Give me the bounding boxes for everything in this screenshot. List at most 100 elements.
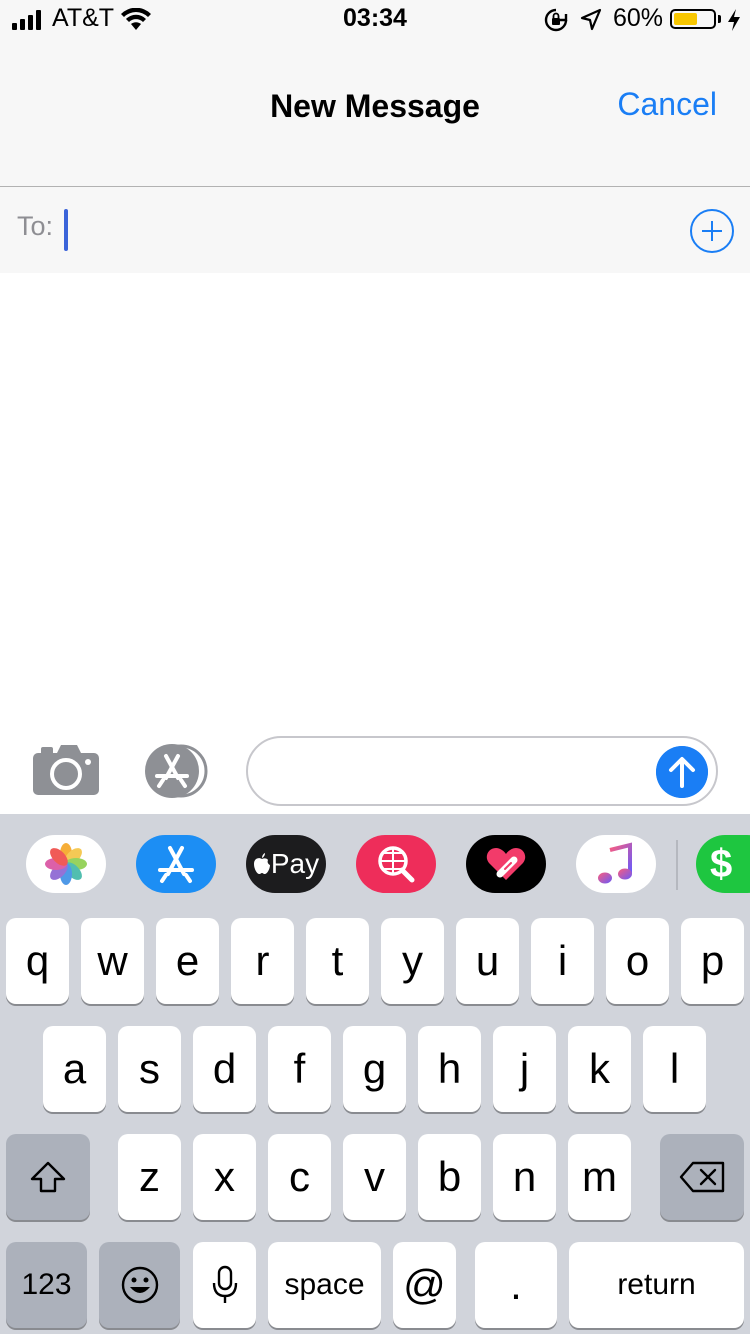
key-label: m bbox=[582, 1153, 617, 1200]
add-contact-icon[interactable] bbox=[690, 209, 734, 253]
space-key-label: space bbox=[284, 1268, 365, 1301]
key-j[interactable]: j bbox=[493, 1026, 556, 1112]
key-label: c bbox=[289, 1153, 310, 1200]
key-r[interactable]: r bbox=[231, 918, 294, 1004]
key-s[interactable]: s bbox=[118, 1026, 181, 1112]
app-cash[interactable]: $ bbox=[696, 835, 750, 893]
cancel-button[interactable]: Cancel bbox=[617, 86, 717, 123]
apple-pay-label: Pay bbox=[270, 848, 320, 879]
key-t[interactable]: t bbox=[306, 918, 369, 1004]
key-b[interactable]: b bbox=[418, 1134, 481, 1220]
status-bar: AT&T 03:34 60% bbox=[0, 0, 750, 40]
key-h[interactable]: h bbox=[418, 1026, 481, 1112]
key-label: l bbox=[669, 1045, 680, 1092]
return-key-label: return bbox=[617, 1268, 696, 1301]
key-label: a bbox=[62, 1045, 87, 1092]
key-q[interactable]: q bbox=[6, 918, 69, 1004]
key-label: r bbox=[255, 937, 270, 984]
charging-icon bbox=[728, 9, 740, 31]
key-label: b bbox=[437, 1153, 462, 1200]
emoji-icon bbox=[121, 1266, 158, 1304]
key-i[interactable]: i bbox=[531, 918, 594, 1004]
keyboard: Pay $ 123 space @ return . q w e r t y u… bbox=[0, 814, 750, 1334]
key-e[interactable]: e bbox=[156, 918, 219, 1004]
key-p[interactable]: p bbox=[681, 918, 744, 1004]
camera-icon[interactable] bbox=[33, 745, 99, 795]
cash-app-label: $ bbox=[710, 841, 733, 886]
key-m[interactable]: m bbox=[568, 1134, 631, 1220]
photos-icon bbox=[45, 843, 87, 885]
app-store-icon[interactable] bbox=[141, 744, 213, 798]
key-label: u bbox=[475, 937, 500, 984]
backspace-icon bbox=[679, 1161, 725, 1193]
battery-icon bbox=[670, 9, 716, 29]
key-g[interactable]: g bbox=[343, 1026, 406, 1112]
microphone-icon bbox=[212, 1265, 237, 1303]
key-label: x bbox=[214, 1153, 235, 1200]
music-note-icon bbox=[598, 842, 632, 884]
delete-key[interactable] bbox=[660, 1134, 744, 1220]
key-f[interactable]: f bbox=[268, 1026, 331, 1112]
key-label: p bbox=[700, 937, 725, 984]
return-key[interactable]: return bbox=[569, 1242, 744, 1328]
app-image-search[interactable] bbox=[356, 835, 436, 893]
key-label: e bbox=[175, 937, 200, 984]
at-key[interactable]: @ bbox=[393, 1242, 456, 1328]
navigation-bar: AT&T 03:34 60% New Message Cancel bbox=[0, 0, 750, 187]
period-key-label: . bbox=[510, 1261, 522, 1308]
key-label: k bbox=[589, 1045, 610, 1092]
key-label: z bbox=[139, 1153, 160, 1200]
heart-touch-icon bbox=[486, 848, 526, 880]
key-label: s bbox=[139, 1045, 160, 1092]
app-apple-pay[interactable]: Pay bbox=[246, 835, 326, 893]
key-w[interactable]: w bbox=[81, 918, 144, 1004]
battery-tip bbox=[718, 15, 721, 23]
period-key[interactable]: . bbox=[475, 1242, 557, 1328]
location-icon bbox=[580, 8, 602, 31]
numbers-key[interactable]: 123 bbox=[6, 1242, 87, 1328]
numbers-key-label: 123 bbox=[21, 1268, 72, 1301]
key-o[interactable]: o bbox=[606, 918, 669, 1004]
key-label: d bbox=[212, 1045, 237, 1092]
app-store[interactable] bbox=[136, 835, 216, 893]
key-label: h bbox=[437, 1045, 462, 1092]
key-label: t bbox=[331, 937, 344, 984]
shift-key[interactable] bbox=[6, 1134, 90, 1220]
key-label: v bbox=[364, 1153, 385, 1200]
strip-divider bbox=[676, 840, 678, 890]
key-label: i bbox=[557, 937, 568, 984]
battery-percent: 60% bbox=[613, 4, 664, 32]
key-label: n bbox=[512, 1153, 537, 1200]
app-store-strip-icon bbox=[158, 846, 194, 883]
space-key[interactable]: space bbox=[268, 1242, 381, 1328]
key-label: q bbox=[25, 937, 50, 984]
rotation-lock-icon bbox=[544, 8, 568, 32]
shift-icon bbox=[30, 1161, 66, 1193]
key-label: j bbox=[519, 1045, 530, 1092]
key-z[interactable]: z bbox=[118, 1134, 181, 1220]
key-k[interactable]: k bbox=[568, 1026, 631, 1112]
key-a[interactable]: a bbox=[43, 1026, 106, 1112]
key-l[interactable]: l bbox=[643, 1026, 706, 1112]
emoji-key[interactable] bbox=[99, 1242, 180, 1328]
key-n[interactable]: n bbox=[493, 1134, 556, 1220]
key-u[interactable]: u bbox=[456, 918, 519, 1004]
key-c[interactable]: c bbox=[268, 1134, 331, 1220]
imessage-app-strip: Pay $ bbox=[0, 814, 750, 914]
key-v[interactable]: v bbox=[343, 1134, 406, 1220]
recipient-row[interactable]: To: bbox=[0, 187, 750, 273]
battery-level-fill bbox=[674, 13, 697, 25]
send-arrow-icon[interactable] bbox=[656, 746, 708, 798]
key-d[interactable]: d bbox=[193, 1026, 256, 1112]
key-x[interactable]: x bbox=[193, 1134, 256, 1220]
key-label: f bbox=[293, 1045, 306, 1092]
message-input[interactable] bbox=[246, 736, 718, 806]
key-y[interactable]: y bbox=[381, 918, 444, 1004]
app-photos[interactable] bbox=[26, 835, 106, 893]
dictation-key[interactable] bbox=[193, 1242, 256, 1328]
app-digital-touch[interactable] bbox=[466, 835, 546, 893]
app-music[interactable] bbox=[576, 835, 656, 893]
to-label: To: bbox=[17, 211, 54, 241]
globe-search-icon bbox=[378, 846, 415, 883]
key-label: o bbox=[625, 937, 650, 984]
